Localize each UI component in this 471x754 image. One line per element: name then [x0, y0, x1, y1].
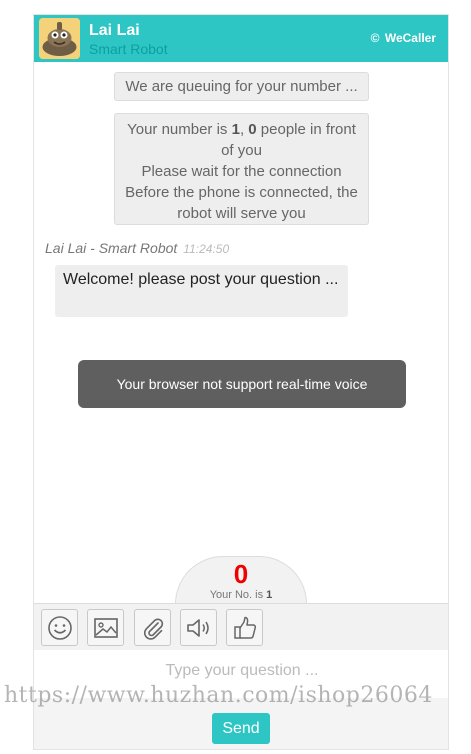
- header-bar: Lai Lai Smart Robot © WeCaller: [34, 15, 448, 62]
- queue-label-prefix: Your No. is: [209, 589, 267, 601]
- wait-text: Please wait for the connection: [141, 163, 342, 180]
- queue-status-prefix: Your number is: [127, 121, 232, 138]
- speaker-icon: [186, 618, 209, 637]
- image-icon: [93, 617, 118, 638]
- voice-button[interactable]: [180, 609, 217, 646]
- smiley-icon: [47, 615, 72, 640]
- toolbar: [34, 603, 448, 650]
- robot-serve-text: Before the phone is connected, the robot…: [125, 184, 358, 222]
- voice-unsupported-toast: Your browser not support real-time voice: [78, 360, 406, 408]
- copyright-icon: ©: [370, 31, 380, 45]
- agent-name: Lai Lai: [89, 22, 140, 39]
- chat-area[interactable]: We are queuing for your number ... Your …: [34, 62, 448, 602]
- system-message-queue-status: Your number is 1, 0 people in front of y…: [114, 113, 369, 225]
- watermark-text: https://www.huzhan.com/ishop26064: [4, 683, 433, 708]
- queue-number: 1: [231, 121, 240, 138]
- message-time: 11:24:50: [183, 242, 230, 256]
- thumbs-up-icon: [233, 616, 256, 639]
- agent-subtitle: Smart Robot: [89, 41, 168, 57]
- queue-label-number: 1: [266, 589, 273, 601]
- queue-indicator: 0 Your No. is 1: [175, 556, 307, 606]
- message-meta: Lai Lai - Smart Robot 11:24:50: [45, 240, 229, 256]
- rate-button[interactable]: [226, 609, 263, 646]
- emoji-button[interactable]: [41, 609, 78, 646]
- image-button[interactable]: [87, 609, 124, 646]
- question-input[interactable]: [74, 656, 410, 686]
- message-sender: Lai Lai - Smart Robot: [45, 240, 178, 256]
- queue-label: Your No. is 1: [176, 589, 306, 601]
- queue-count: 0: [233, 559, 249, 589]
- robot-avatar: [39, 18, 80, 59]
- message-bubble: Welcome! please post your question ...: [55, 265, 348, 317]
- chat-window: Lai Lai Smart Robot © WeCaller We are qu…: [33, 14, 449, 750]
- people-ahead: 0: [248, 121, 257, 138]
- brand-name: WeCaller: [384, 31, 436, 45]
- attach-file-button[interactable]: [134, 609, 171, 646]
- system-message-queuing: We are queuing for your number ...: [114, 72, 369, 101]
- attachment-icon: [143, 617, 163, 640]
- brand-label: © WeCaller: [371, 31, 436, 45]
- send-button[interactable]: Send: [212, 713, 270, 744]
